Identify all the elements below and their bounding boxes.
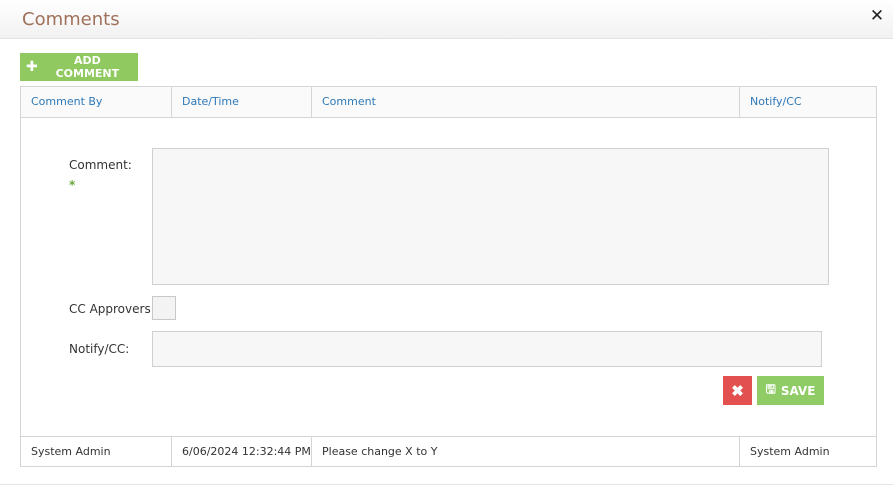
comment-textarea[interactable] xyxy=(152,148,829,285)
close-icon[interactable]: ✕ xyxy=(869,6,885,26)
cc-approvers-label: CC Approvers: xyxy=(69,302,155,316)
cell-date-time: 6/06/2024 12:32:44 PM xyxy=(172,437,312,467)
add-comment-label: ADD COMMENT xyxy=(55,54,120,80)
column-header-comment-by[interactable]: Comment By xyxy=(21,87,172,117)
plus-icon: ✚ xyxy=(26,59,38,75)
column-header-notify-cc[interactable]: Notify/CC xyxy=(740,87,876,117)
cancel-button[interactable]: ✖ xyxy=(723,376,752,405)
comment-label: Comment: xyxy=(69,158,132,172)
required-marker: * xyxy=(69,178,76,192)
notify-cc-input[interactable] xyxy=(152,331,822,367)
save-label: SAVE xyxy=(780,383,816,398)
cell-comment: Please change X to Y xyxy=(312,437,740,467)
notify-cc-label: Notify/CC: xyxy=(69,342,130,356)
save-button[interactable]: 🖫 SAVE xyxy=(757,376,824,405)
column-header-comment[interactable]: Comment xyxy=(312,87,740,117)
dialog-header: Comments ✕ xyxy=(0,0,893,39)
dialog-title: Comments xyxy=(22,9,120,30)
add-comment-button[interactable]: ✚ ADD COMMENT xyxy=(20,53,138,81)
table-row[interactable]: System Admin 6/06/2024 12:32:44 PM Pleas… xyxy=(21,436,876,467)
dialog-divider xyxy=(0,484,893,485)
cell-notify-cc: System Admin xyxy=(750,445,830,458)
cell-comment-by: System Admin xyxy=(21,437,172,467)
grid-header-row: Comment By Date/Time Comment Notify/CC xyxy=(21,87,876,118)
column-header-date-time[interactable]: Date/Time xyxy=(172,87,312,117)
cc-approvers-checkbox[interactable] xyxy=(152,296,176,320)
close-icon: ✖ xyxy=(731,382,744,400)
floppy-disk-icon: 🖫 xyxy=(765,382,776,396)
